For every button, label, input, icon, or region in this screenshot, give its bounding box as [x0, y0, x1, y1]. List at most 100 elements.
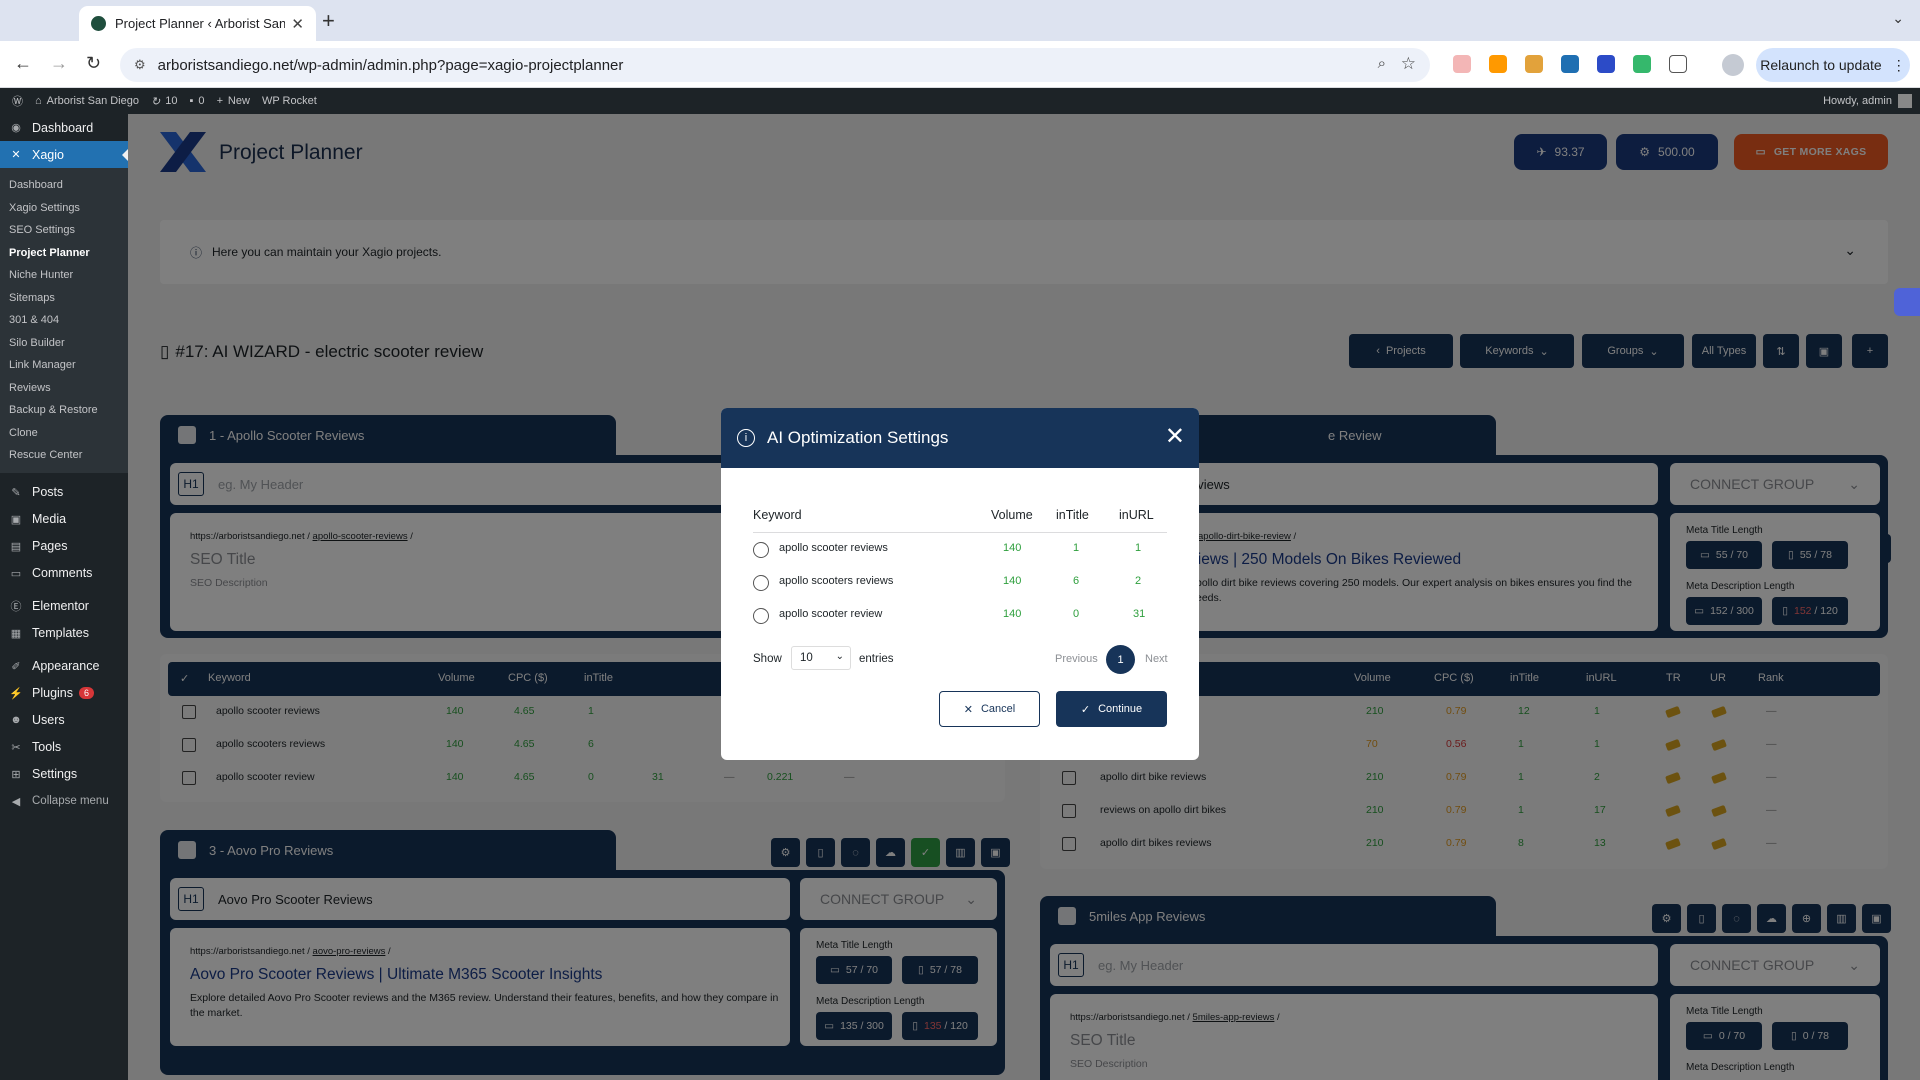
forward-icon[interactable]: → — [50, 53, 68, 74]
submenu-rescue-center[interactable]: Rescue Center — [0, 444, 128, 467]
ai-optimization-modal: i AI Optimization Settings ✕ Keyword Vol… — [721, 408, 1199, 760]
profile-avatar[interactable] — [1722, 54, 1744, 76]
sidebar-label: Collapse menu — [32, 795, 109, 807]
browser-tab[interactable]: Project Planner ‹ Arborist San Diego ✕ — [79, 6, 316, 41]
browser-tab-title: Project Planner ‹ Arborist San Diego — [115, 16, 286, 31]
submenu-sitemaps[interactable]: Sitemaps — [0, 287, 128, 310]
entries-select[interactable]: 10 ⌄ — [791, 646, 851, 670]
sidebar-item-dashboard[interactable]: ◉ Dashboard — [0, 114, 128, 141]
submenu-xagio-settings[interactable]: Xagio Settings — [0, 197, 128, 220]
xagio-submenu: Dashboard Xagio Settings SEO Settings Pr… — [0, 168, 128, 473]
extension-gear-icon[interactable] — [1525, 55, 1543, 73]
adminbar-updates[interactable]: ↻ 10 — [151, 95, 177, 108]
bookmark-star-icon[interactable]: ☆ — [1401, 54, 1416, 74]
submenu-silo-builder[interactable]: Silo Builder — [0, 332, 128, 355]
adminbar-comments[interactable]: ▪ 0 — [189, 95, 204, 107]
extension-icon[interactable] — [1453, 55, 1471, 73]
elementor-icon: Ⓔ — [10, 601, 22, 613]
adminbar-wp-rocket[interactable]: WP Rocket — [262, 95, 317, 107]
site-info-icon[interactable]: ⚙ — [134, 57, 146, 73]
sidebar-item-xagio[interactable]: ✕ Xagio — [0, 141, 128, 168]
site-favicon-icon — [91, 16, 106, 31]
submenu-seo-settings[interactable]: SEO Settings — [0, 219, 128, 242]
comment-icon: ▪ — [189, 95, 194, 107]
reload-icon[interactable]: ↻ — [86, 53, 101, 74]
close-icon: ✕ — [963, 703, 973, 716]
tab-search-icon[interactable]: ⌄ — [1892, 10, 1904, 27]
address-url: arboristsandiego.net/wp-admin/admin.php?… — [157, 56, 624, 74]
collapse-menu[interactable]: ◀ Collapse menu — [0, 788, 128, 815]
xagio-icon: ✕ — [11, 149, 21, 161]
previous-page-button[interactable]: Previous — [1055, 653, 1098, 665]
users-icon: ☻ — [10, 714, 22, 726]
relaunch-button[interactable]: Relaunch to update ⋮ — [1756, 48, 1910, 82]
settings-icon: ⊞ — [11, 768, 21, 781]
submenu-dashboard[interactable]: Dashboard — [0, 174, 128, 197]
sidebar-item-appearance[interactable]: ✐ Appearance — [0, 653, 128, 680]
sidebar-item-comments[interactable]: ▭ Comments — [0, 560, 128, 587]
browser-toolbar: ← → ↻ ⚙ arboristsandiego.net/wp-admin/ad… — [0, 41, 1920, 88]
sidebar-item-templates[interactable]: ▦ Templates — [0, 620, 128, 647]
adminbar-account[interactable]: Howdy, admin — [1823, 94, 1912, 108]
submenu-project-planner[interactable]: Project Planner — [0, 242, 128, 265]
more-menu-icon[interactable]: ⋮ — [1892, 57, 1906, 74]
amazon-extension-icon[interactable] — [1489, 55, 1507, 73]
submenu-reviews[interactable]: Reviews — [0, 377, 128, 400]
pages-icon: ▤ — [10, 540, 22, 553]
sidebar-item-users[interactable]: ☻ Users — [0, 707, 128, 734]
chat-widget-icon[interactable] — [1894, 288, 1920, 316]
avatar — [1898, 94, 1912, 108]
cancel-button[interactable]: ✕ Cancel — [939, 691, 1040, 727]
sidebar-label: Tools — [32, 740, 62, 754]
sidebar-label: Elementor — [32, 599, 89, 613]
extensions-puzzle-icon[interactable] — [1669, 55, 1687, 73]
sidebar-item-plugins[interactable]: ⚡ Plugins 6 — [0, 680, 128, 707]
sidebar-label: Plugins — [32, 686, 73, 700]
sidebar-item-media[interactable]: ▣ Media — [0, 506, 128, 533]
wordpress-logo-icon[interactable]: Ⓦ — [12, 93, 23, 109]
updates-icon: ↻ — [150, 95, 161, 108]
sidebar-label: Users — [32, 713, 65, 727]
continue-button[interactable]: ✓ Continue — [1056, 691, 1167, 727]
check-icon: ✓ — [1080, 703, 1091, 716]
submenu-301-404[interactable]: 301 & 404 — [0, 309, 128, 332]
zoom-icon[interactable]: ⌕ — [1378, 55, 1386, 72]
submenu-link-manager[interactable]: Link Manager — [0, 354, 128, 377]
sidebar-label: Pages — [32, 539, 68, 553]
adminbar-site[interactable]: ⌂ Arborist San Diego — [35, 95, 139, 107]
dashboard-icon: ◉ — [11, 122, 21, 134]
pin-icon: ✎ — [11, 486, 21, 499]
m-extension-icon[interactable] — [1561, 55, 1579, 73]
collapse-icon: ◀ — [11, 795, 21, 808]
close-tab-icon[interactable]: ✕ — [291, 15, 304, 33]
back-icon[interactable]: ← — [14, 53, 32, 74]
sidebar-item-tools[interactable]: ✂ Tools — [0, 734, 128, 761]
sidebar-item-posts[interactable]: ✎ Posts — [0, 479, 128, 506]
submenu-clone[interactable]: Clone — [0, 422, 128, 445]
wp-sidebar: ◉ Dashboard ✕ Xagio Dashboard Xagio Settin… — [0, 114, 128, 1080]
home-icon: ⌂ — [35, 95, 42, 107]
sidebar-label: Posts — [32, 485, 64, 499]
submenu-backup-restore[interactable]: Backup & Restore — [0, 399, 128, 422]
adminbar-new[interactable]: + New — [216, 95, 249, 107]
plugins-update-badge: 6 — [79, 687, 95, 699]
sidebar-item-pages[interactable]: ▤ Pages — [0, 533, 128, 560]
k-extension-icon[interactable] — [1633, 55, 1651, 73]
plus-icon: + — [216, 95, 223, 107]
sidebar-label: Media — [32, 512, 67, 526]
plugins-icon: ⚡ — [9, 687, 23, 700]
sidebar-item-settings[interactable]: ⊞ Settings — [0, 761, 128, 788]
xagio-extension-icon[interactable] — [1597, 55, 1615, 73]
submenu-niche-hunter[interactable]: Niche Hunter — [0, 264, 128, 287]
wrench-icon: ✂ — [11, 741, 21, 754]
media-icon: ▣ — [10, 513, 22, 526]
address-bar[interactable]: ⚙ arboristsandiego.net/wp-admin/admin.ph… — [120, 48, 1430, 82]
entries-label: entries — [859, 653, 894, 665]
relaunch-label: Relaunch to update — [1760, 57, 1882, 73]
sidebar-item-elementor[interactable]: Ⓔ Elementor — [0, 593, 128, 620]
new-tab-icon[interactable]: + — [322, 8, 335, 34]
next-page-button[interactable]: Next — [1145, 653, 1168, 665]
sidebar-label: Templates — [32, 626, 89, 640]
page-1-button[interactable]: 1 — [1106, 645, 1135, 674]
wp-admin-bar: Ⓦ ⌂ Arborist San Diego ↻ 10 ▪ 0 + New WP Roc… — [0, 88, 1920, 114]
